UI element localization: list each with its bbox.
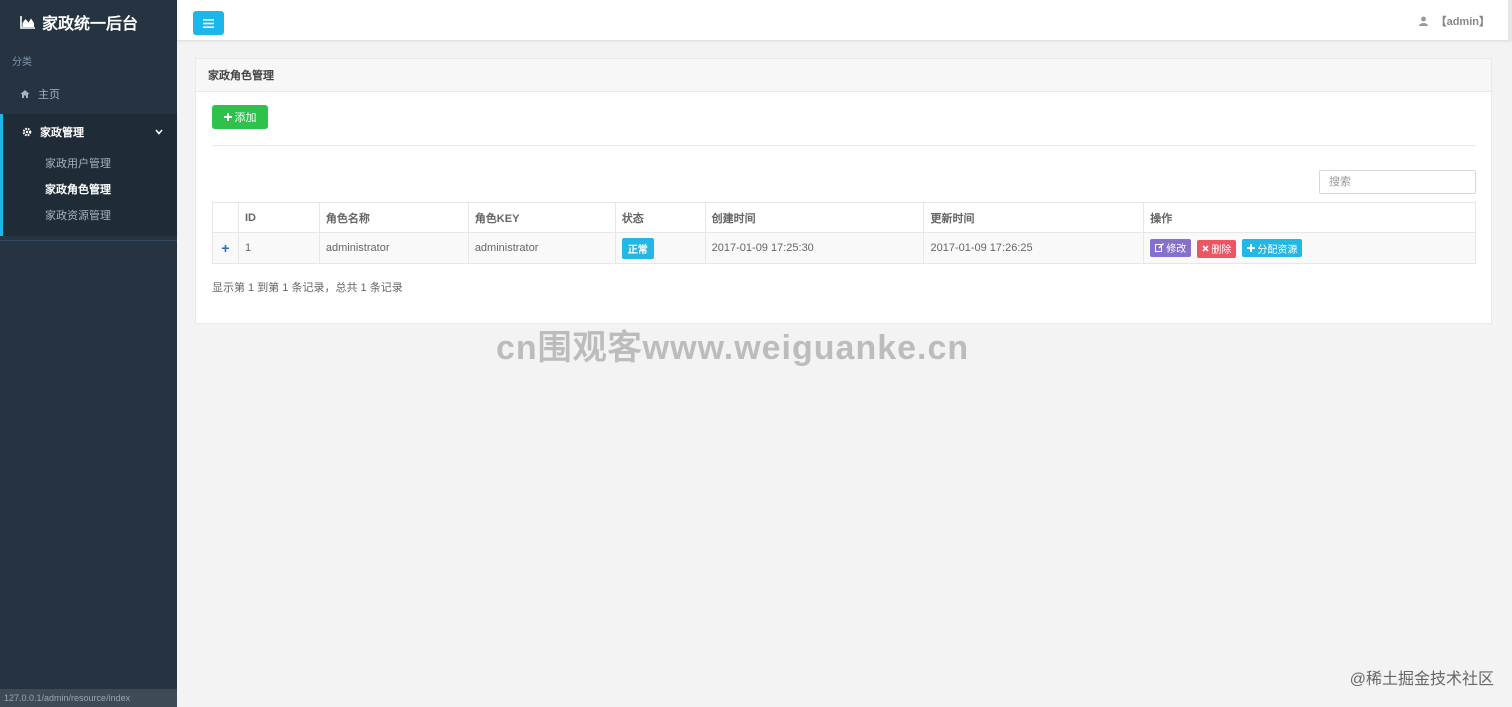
user-name: 【admin】 [1435,16,1490,28]
delete-button[interactable]: 删除 [1197,239,1237,258]
browser-status-url: 127.0.0.1/admin/resource/index [0,689,177,707]
plus-icon [1247,244,1256,252]
sidebar-subitem-label: 家政角色管理 [45,184,111,196]
cell-created: 2017-01-09 17:25:30 [704,232,925,264]
table-row: + 1 administrator administrator 正常 2017-… [212,232,1476,264]
edit-button[interactable]: 修改 [1150,238,1192,257]
status-badge: 正常 [621,237,654,259]
delete-button-label: 删除 [1211,245,1232,256]
user-icon [1418,16,1428,26]
panel-title: 家政角色管理 [196,59,1491,92]
roles-table: ID 角色名称 角色KEY 状态 创建时间 更新时间 操作 + 1 admini… [212,202,1476,264]
add-button[interactable]: 添加 [212,105,268,129]
expand-row-icon[interactable]: + [212,232,239,264]
brand[interactable]: 家政统一后台 [0,0,177,44]
top-navbar: 【admin】 [177,0,1512,41]
sidebar-item-label: 主页 [38,89,60,101]
cell-id: 1 [237,232,320,264]
group-padding [3,228,177,236]
chevron-down-icon [155,126,163,138]
close-icon [1202,245,1209,252]
add-button-label: 添加 [234,112,257,124]
nav-section-label: 分类 [12,57,32,68]
assign-resources-label: 分配资源 [1257,244,1298,256]
pagination-summary: 显示第 1 到第 1 条记录，总共 1 条记录 [212,282,403,294]
sidebar-item-home[interactable]: 主页 [0,76,177,112]
column-header-status[interactable]: 状态 [614,202,706,233]
sidebar-subitem-label: 家政用户管理 [45,158,111,170]
cell-role-name: administrator [318,232,469,264]
user-menu[interactable]: 【admin】 [1418,13,1490,29]
column-header-created[interactable]: 创建时间 [704,202,925,233]
home-icon [20,89,32,99]
watermark-text: cn围观客www.weiguanke.cn [496,329,970,367]
cell-updated: 2017-01-09 17:26:25 [923,232,1145,264]
toolbar-divider [212,145,1476,146]
assign-resources-button[interactable]: 分配资源 [1242,239,1303,257]
sidebar-subitem-label: 家政资源管理 [45,210,111,222]
roles-panel: 家政角色管理 添加 ID 角色名称 角色KEY 状态 创建时间 更新时间 操作 [195,58,1492,324]
cell-status: 正常 [614,232,706,264]
edit-button-label: 修改 [1166,244,1187,255]
table-header-row: ID 角色名称 角色KEY 状态 创建时间 更新时间 操作 [212,202,1476,233]
scrollbar-track[interactable] [1508,0,1512,41]
column-header-expand [212,202,239,233]
brand-title: 家政统一后台 [42,16,139,33]
sidebar-item-housekeeping[interactable]: 家政管理 [3,114,177,150]
edit-icon [1155,243,1165,252]
gear-icon [22,127,34,137]
column-header-updated[interactable]: 更新时间 [923,202,1145,233]
sidebar-item-label: 家政管理 [40,127,84,139]
plus-icon [223,113,232,121]
cell-actions: 修改 删除 分配资源 [1143,232,1476,264]
sidebar-subitem-roles[interactable]: 家政角色管理 [3,176,177,202]
sidebar-divider [0,240,177,241]
sidebar-subitem-resources[interactable]: 家政资源管理 [3,202,177,228]
menu-toggle-button[interactable] [193,11,224,35]
column-header-actions: 操作 [1143,202,1476,233]
column-header-id[interactable]: ID [237,202,320,233]
sidebar: 家政统一后台 分类 主页 家政管理 家政用户管理 家政角色管理 家政资源管理 1… [0,0,177,707]
area-chart-icon [20,15,36,29]
hamburger-icon [203,16,214,31]
search-input[interactable] [1319,170,1476,194]
sidebar-group-housekeeping: 家政管理 家政用户管理 家政角色管理 家政资源管理 [0,114,177,236]
corner-watermark: @稀土掘金技术社区 [1349,671,1494,688]
column-header-role-name[interactable]: 角色名称 [318,202,469,233]
column-header-role-key[interactable]: 角色KEY [467,202,616,233]
cell-role-key: administrator [467,232,616,264]
sidebar-subitem-users[interactable]: 家政用户管理 [3,150,177,176]
